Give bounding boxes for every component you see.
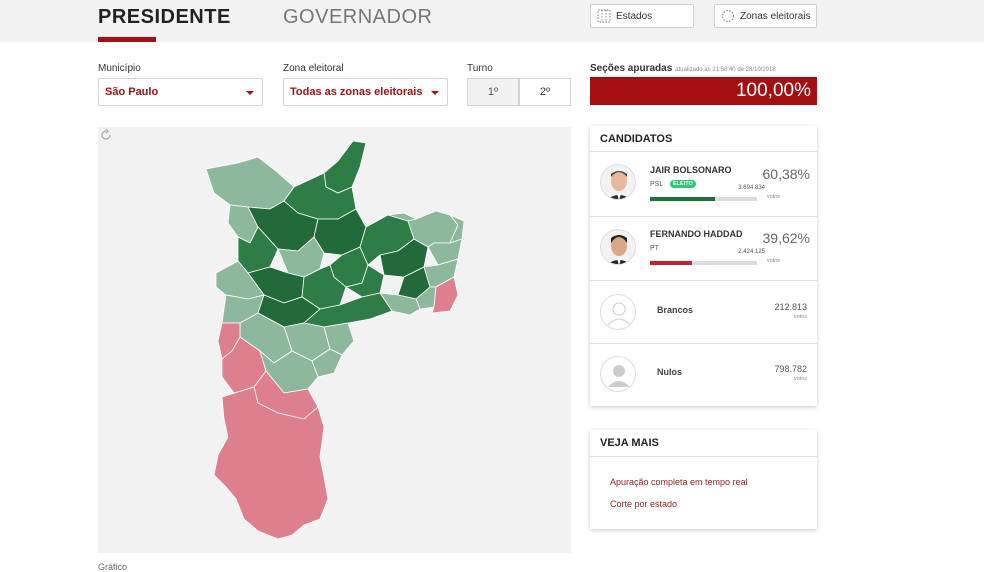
- municipio-value: São Paulo: [105, 86, 159, 98]
- veja-mais-title: VEJA MAIS: [600, 437, 659, 449]
- candidate-votes: 3.694.834: [738, 185, 765, 191]
- caret-down-icon: [431, 91, 439, 95]
- tab-presidente[interactable]: PRESIDENTE: [98, 6, 231, 29]
- vote-share-fill: [650, 197, 715, 201]
- votes-label: votos: [793, 314, 807, 320]
- active-tab-indicator: [98, 37, 156, 42]
- candidates-card: CANDIDATOS JAIR BOLSONARO PSL ELEITO 60,…: [590, 126, 817, 406]
- votes-label: votos: [793, 376, 807, 382]
- grid-icon: [597, 9, 611, 23]
- sao-paulo-zones-map[interactable]: [98, 127, 571, 553]
- turno-label: Turno: [467, 63, 493, 74]
- municipio-label: Município: [98, 63, 141, 74]
- brancos-votes: 212.813: [774, 302, 807, 312]
- divider: [590, 456, 817, 457]
- zona-value: Todas as zonas eleitorais: [290, 86, 423, 98]
- candidates-title: CANDIDATOS: [600, 133, 673, 145]
- top-bar: PRESIDENTE GOVERNADOR Estados Zonas elei…: [0, 0, 984, 42]
- turno-2-button[interactable]: 2º: [519, 78, 571, 106]
- municipio-select[interactable]: São Paulo: [98, 78, 263, 106]
- apuracao-completa-link[interactable]: Apuração completa em tempo real: [610, 477, 748, 487]
- corte-por-estado-link[interactable]: Corte por estado: [610, 499, 677, 509]
- map-panel[interactable]: [98, 127, 571, 553]
- votes-label: votos: [766, 194, 780, 200]
- candidate-name: FERNANDO HADDAD: [650, 229, 743, 239]
- caret-down-icon: [246, 91, 254, 95]
- vote-share-bar: [650, 197, 757, 201]
- secoes-label: Seções apuradas atualizado às 21:58:40 de…: [590, 63, 776, 74]
- candidate-name: JAIR BOLSONARO: [650, 165, 732, 175]
- candidate-percentage: 60,38%: [762, 166, 810, 182]
- vote-share-bar: [650, 261, 757, 265]
- estados-button[interactable]: Estados: [590, 4, 694, 28]
- brancos-row: Brancos 212.813 votos: [590, 281, 817, 345]
- secoes-label-text: Seções apuradas: [590, 63, 673, 74]
- candidate-avatar-bolsonaro: [600, 164, 636, 200]
- candidate-row-haddad[interactable]: FERNANDO HADDAD PT 39,62% 2.424.125 voto…: [590, 217, 817, 281]
- estados-label: Estados: [616, 10, 653, 22]
- candidate-votes: 2.424.125: [738, 249, 765, 255]
- reset-zoom-icon[interactable]: [98, 127, 114, 143]
- zonas-eleitorais-button[interactable]: Zonas eleitorais: [714, 4, 817, 28]
- zona-label: Zona eleitoral: [283, 63, 344, 74]
- dotted-circle-icon: [721, 9, 735, 23]
- zonas-label: Zonas eleitorais: [740, 10, 811, 22]
- nulos-label: Nulos: [657, 367, 683, 377]
- nulos-row: Nulos 798.782 votos: [590, 344, 817, 408]
- brancos-label: Brancos: [657, 305, 694, 315]
- votes-label: votos: [766, 258, 780, 264]
- zona-select[interactable]: Todas as zonas eleitorais: [283, 78, 448, 106]
- candidate-percentage: 39,62%: [762, 230, 810, 246]
- veja-mais-card: VEJA MAIS Apuração completa em tempo rea…: [590, 430, 817, 529]
- vote-share-fill: [650, 261, 693, 265]
- candidate-party: PT: [650, 245, 659, 252]
- turno-1-button[interactable]: 1º: [467, 78, 519, 106]
- null-user-icon: [600, 356, 636, 392]
- candidate-party: PSL: [650, 181, 664, 188]
- candidate-avatar-haddad: [600, 229, 636, 265]
- footer-text-fragment: Gráfico: [98, 562, 128, 572]
- elected-badge: ELEITO: [670, 180, 696, 188]
- tab-governador[interactable]: GOVERNADOR: [283, 6, 432, 29]
- candidate-row-bolsonaro[interactable]: JAIR BOLSONARO PSL ELEITO 60,38% 3.694.8…: [590, 152, 817, 216]
- blank-user-icon: [600, 294, 636, 330]
- secoes-progress-bar: 100,00%: [590, 77, 817, 105]
- secoes-updated: atualizado às 21:58:40 de 28/10/2018: [675, 67, 776, 73]
- nulos-votes: 798.782: [774, 364, 807, 374]
